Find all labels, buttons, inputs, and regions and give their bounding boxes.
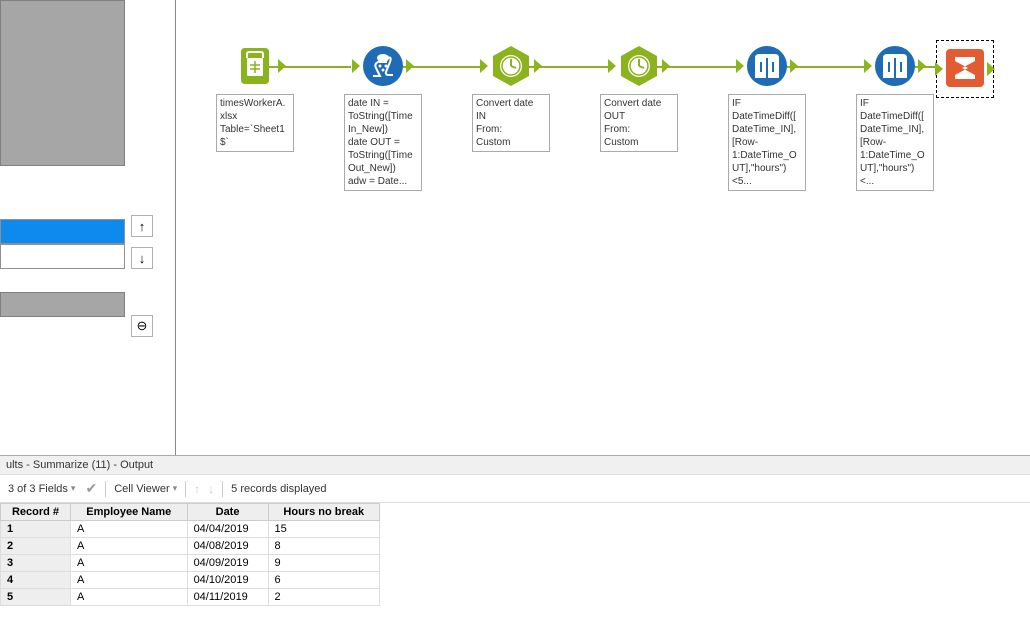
cell: 04/08/2019: [187, 538, 268, 555]
formula-icon: [361, 44, 405, 88]
cell: 04/04/2019: [187, 521, 268, 538]
col-header[interactable]: Record #: [1, 504, 71, 521]
col-header[interactable]: Employee Name: [71, 504, 188, 521]
col-header[interactable]: Hours no break: [268, 504, 379, 521]
cell: 04/10/2019: [187, 572, 268, 589]
multirow-icon: [873, 44, 917, 88]
cell: A: [71, 521, 188, 538]
list-row[interactable]: [0, 244, 125, 269]
cell: 15: [268, 521, 379, 538]
table-header-row: Record # Employee Name Date Hours no bre…: [1, 504, 380, 521]
results-toolbar: 3 of 3 Fields ✔ Cell Viewer ↑ ↓ 5 record…: [0, 475, 1030, 503]
datetime-tool[interactable]: Convert date OUTFrom:Custom: [600, 44, 678, 152]
cell: 9: [268, 555, 379, 572]
move-down-button[interactable]: ↓: [131, 247, 153, 269]
results-header: ults - Summarize (11) - Output: [0, 455, 1030, 475]
separator: [105, 481, 106, 497]
row-number: 5: [1, 589, 71, 606]
workflow-canvas[interactable]: timesWorkerA.xlsxTable=`Sheet1$` date IN…: [175, 0, 1030, 455]
tool-label: Convert date OUTFrom:Custom: [600, 94, 678, 152]
tool-label: IF DateTimeDiff([DateTime_IN],[Row-1:Dat…: [728, 94, 806, 191]
cell: 04/09/2019: [187, 555, 268, 572]
config-preview: [0, 0, 125, 166]
table-row[interactable]: 4 A 04/10/2019 6: [1, 572, 380, 589]
move-up-button[interactable]: ↑: [131, 215, 153, 237]
row-number: 3: [1, 555, 71, 572]
datetime-tool[interactable]: Convert date INFrom:Custom: [472, 44, 550, 152]
config-panel: ↑ ↓ ⊖: [0, 0, 175, 455]
cell: A: [71, 538, 188, 555]
multirow-icon: [745, 44, 789, 88]
summarize-icon: [944, 47, 986, 89]
fields-dropdown[interactable]: 3 of 3 Fields: [8, 483, 75, 495]
datetime-icon: [489, 44, 533, 88]
summarize-tool[interactable]: [944, 47, 986, 95]
cell: 04/11/2019: [187, 589, 268, 606]
input-data-tool[interactable]: timesWorkerA.xlsxTable=`Sheet1$`: [216, 44, 294, 152]
results-table: Record # Employee Name Date Hours no bre…: [0, 503, 380, 606]
cell-viewer-dropdown[interactable]: Cell Viewer: [114, 483, 177, 495]
tool-label: IF DateTimeDiff([DateTime_IN],[Row-1:Dat…: [856, 94, 934, 191]
cell: A: [71, 589, 188, 606]
input-data-icon: [233, 44, 277, 88]
remove-button[interactable]: ⊖: [131, 315, 153, 337]
check-icon[interactable]: ✔: [85, 480, 97, 497]
separator: [185, 481, 186, 497]
cell: A: [71, 572, 188, 589]
row-number: 2: [1, 538, 71, 555]
datetime-icon: [617, 44, 661, 88]
up-arrow-icon[interactable]: ↑: [194, 482, 200, 496]
tool-label: Convert date INFrom:Custom: [472, 94, 550, 152]
tool-label: timesWorkerA.xlsxTable=`Sheet1$`: [216, 94, 294, 152]
table-row[interactable]: 2 A 04/08/2019 8: [1, 538, 380, 555]
table-row[interactable]: 5 A 04/11/2019 2: [1, 589, 380, 606]
record-count-label: 5 records displayed: [231, 483, 326, 495]
cell: 2: [268, 589, 379, 606]
row-number: 1: [1, 521, 71, 538]
down-arrow-icon[interactable]: ↓: [208, 482, 214, 496]
row-number: 4: [1, 572, 71, 589]
cell: 8: [268, 538, 379, 555]
multirow-formula-tool[interactable]: IF DateTimeDiff([DateTime_IN],[Row-1:Dat…: [728, 44, 806, 191]
multirow-formula-tool[interactable]: IF DateTimeDiff([DateTime_IN],[Row-1:Dat…: [856, 44, 934, 191]
col-header[interactable]: Date: [187, 504, 268, 521]
tool-label: date IN = ToString([Time In_New])date OU…: [344, 94, 422, 191]
list-row-selected[interactable]: [0, 219, 125, 244]
formula-tool[interactable]: date IN = ToString([Time In_New])date OU…: [344, 44, 422, 191]
cell: A: [71, 555, 188, 572]
separator: [222, 481, 223, 497]
table-row[interactable]: 1 A 04/04/2019 15: [1, 521, 380, 538]
cell: 6: [268, 572, 379, 589]
config-gray-row: [0, 292, 125, 317]
table-row[interactable]: 3 A 04/09/2019 9: [1, 555, 380, 572]
